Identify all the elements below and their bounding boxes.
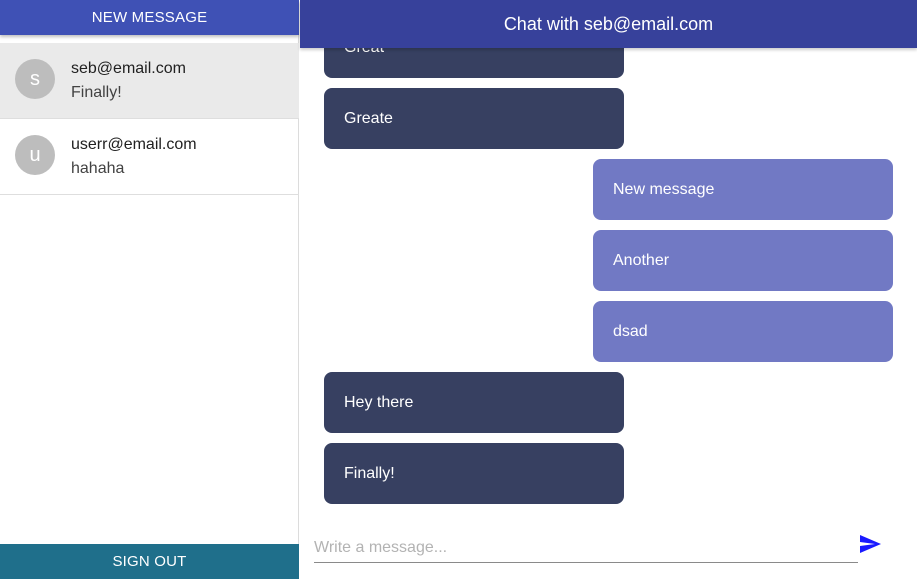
sign-out-button[interactable]: SIGN OUT xyxy=(0,544,299,579)
message-text: Great xyxy=(344,48,384,57)
message-text: New message xyxy=(613,180,715,198)
message-bubble-received: Greate xyxy=(324,88,624,149)
conversation-preview: Finally! xyxy=(71,84,122,101)
conversation-email: seb@email.com xyxy=(71,60,186,77)
avatar: s xyxy=(15,59,55,99)
message-text: dsad xyxy=(613,322,648,340)
avatar: u xyxy=(15,135,55,175)
conversation-sidebar: NEW MESSAGE s seb@email.com Finally! u u… xyxy=(0,0,299,579)
message-text: Hey there xyxy=(344,393,414,411)
chat-title: Chat with seb@email.com xyxy=(503,13,714,34)
message-bubble-sent: dsad xyxy=(593,301,893,362)
send-icon xyxy=(860,535,881,553)
conversation-item-userr[interactable]: u userr@email.com hahaha xyxy=(0,119,299,195)
conversation-preview: hahaha xyxy=(71,160,125,177)
message-text: Greate xyxy=(344,109,393,127)
message-text: Another xyxy=(613,251,670,269)
conversation-email: userr@email.com xyxy=(71,136,197,153)
conversation-list: s seb@email.com Finally! u userr@email.c… xyxy=(0,43,299,195)
message-bubble-sent: Another xyxy=(593,230,893,291)
message-list[interactable]: Great Greate New message Another dsad He… xyxy=(300,48,917,518)
message-bubble-sent: New message xyxy=(593,159,893,220)
message-bubble-received: Great xyxy=(324,48,624,78)
message-input[interactable] xyxy=(314,533,858,563)
message-bubble-received: Hey there xyxy=(324,372,624,433)
message-text: Finally! xyxy=(344,464,395,482)
send-button[interactable] xyxy=(857,532,883,556)
chat-header: Chat with seb@email.com xyxy=(300,0,917,48)
message-bubble-received: Finally! xyxy=(324,443,624,504)
new-message-button[interactable]: NEW MESSAGE xyxy=(0,0,299,35)
conversation-item-seb[interactable]: s seb@email.com Finally! xyxy=(0,43,299,119)
